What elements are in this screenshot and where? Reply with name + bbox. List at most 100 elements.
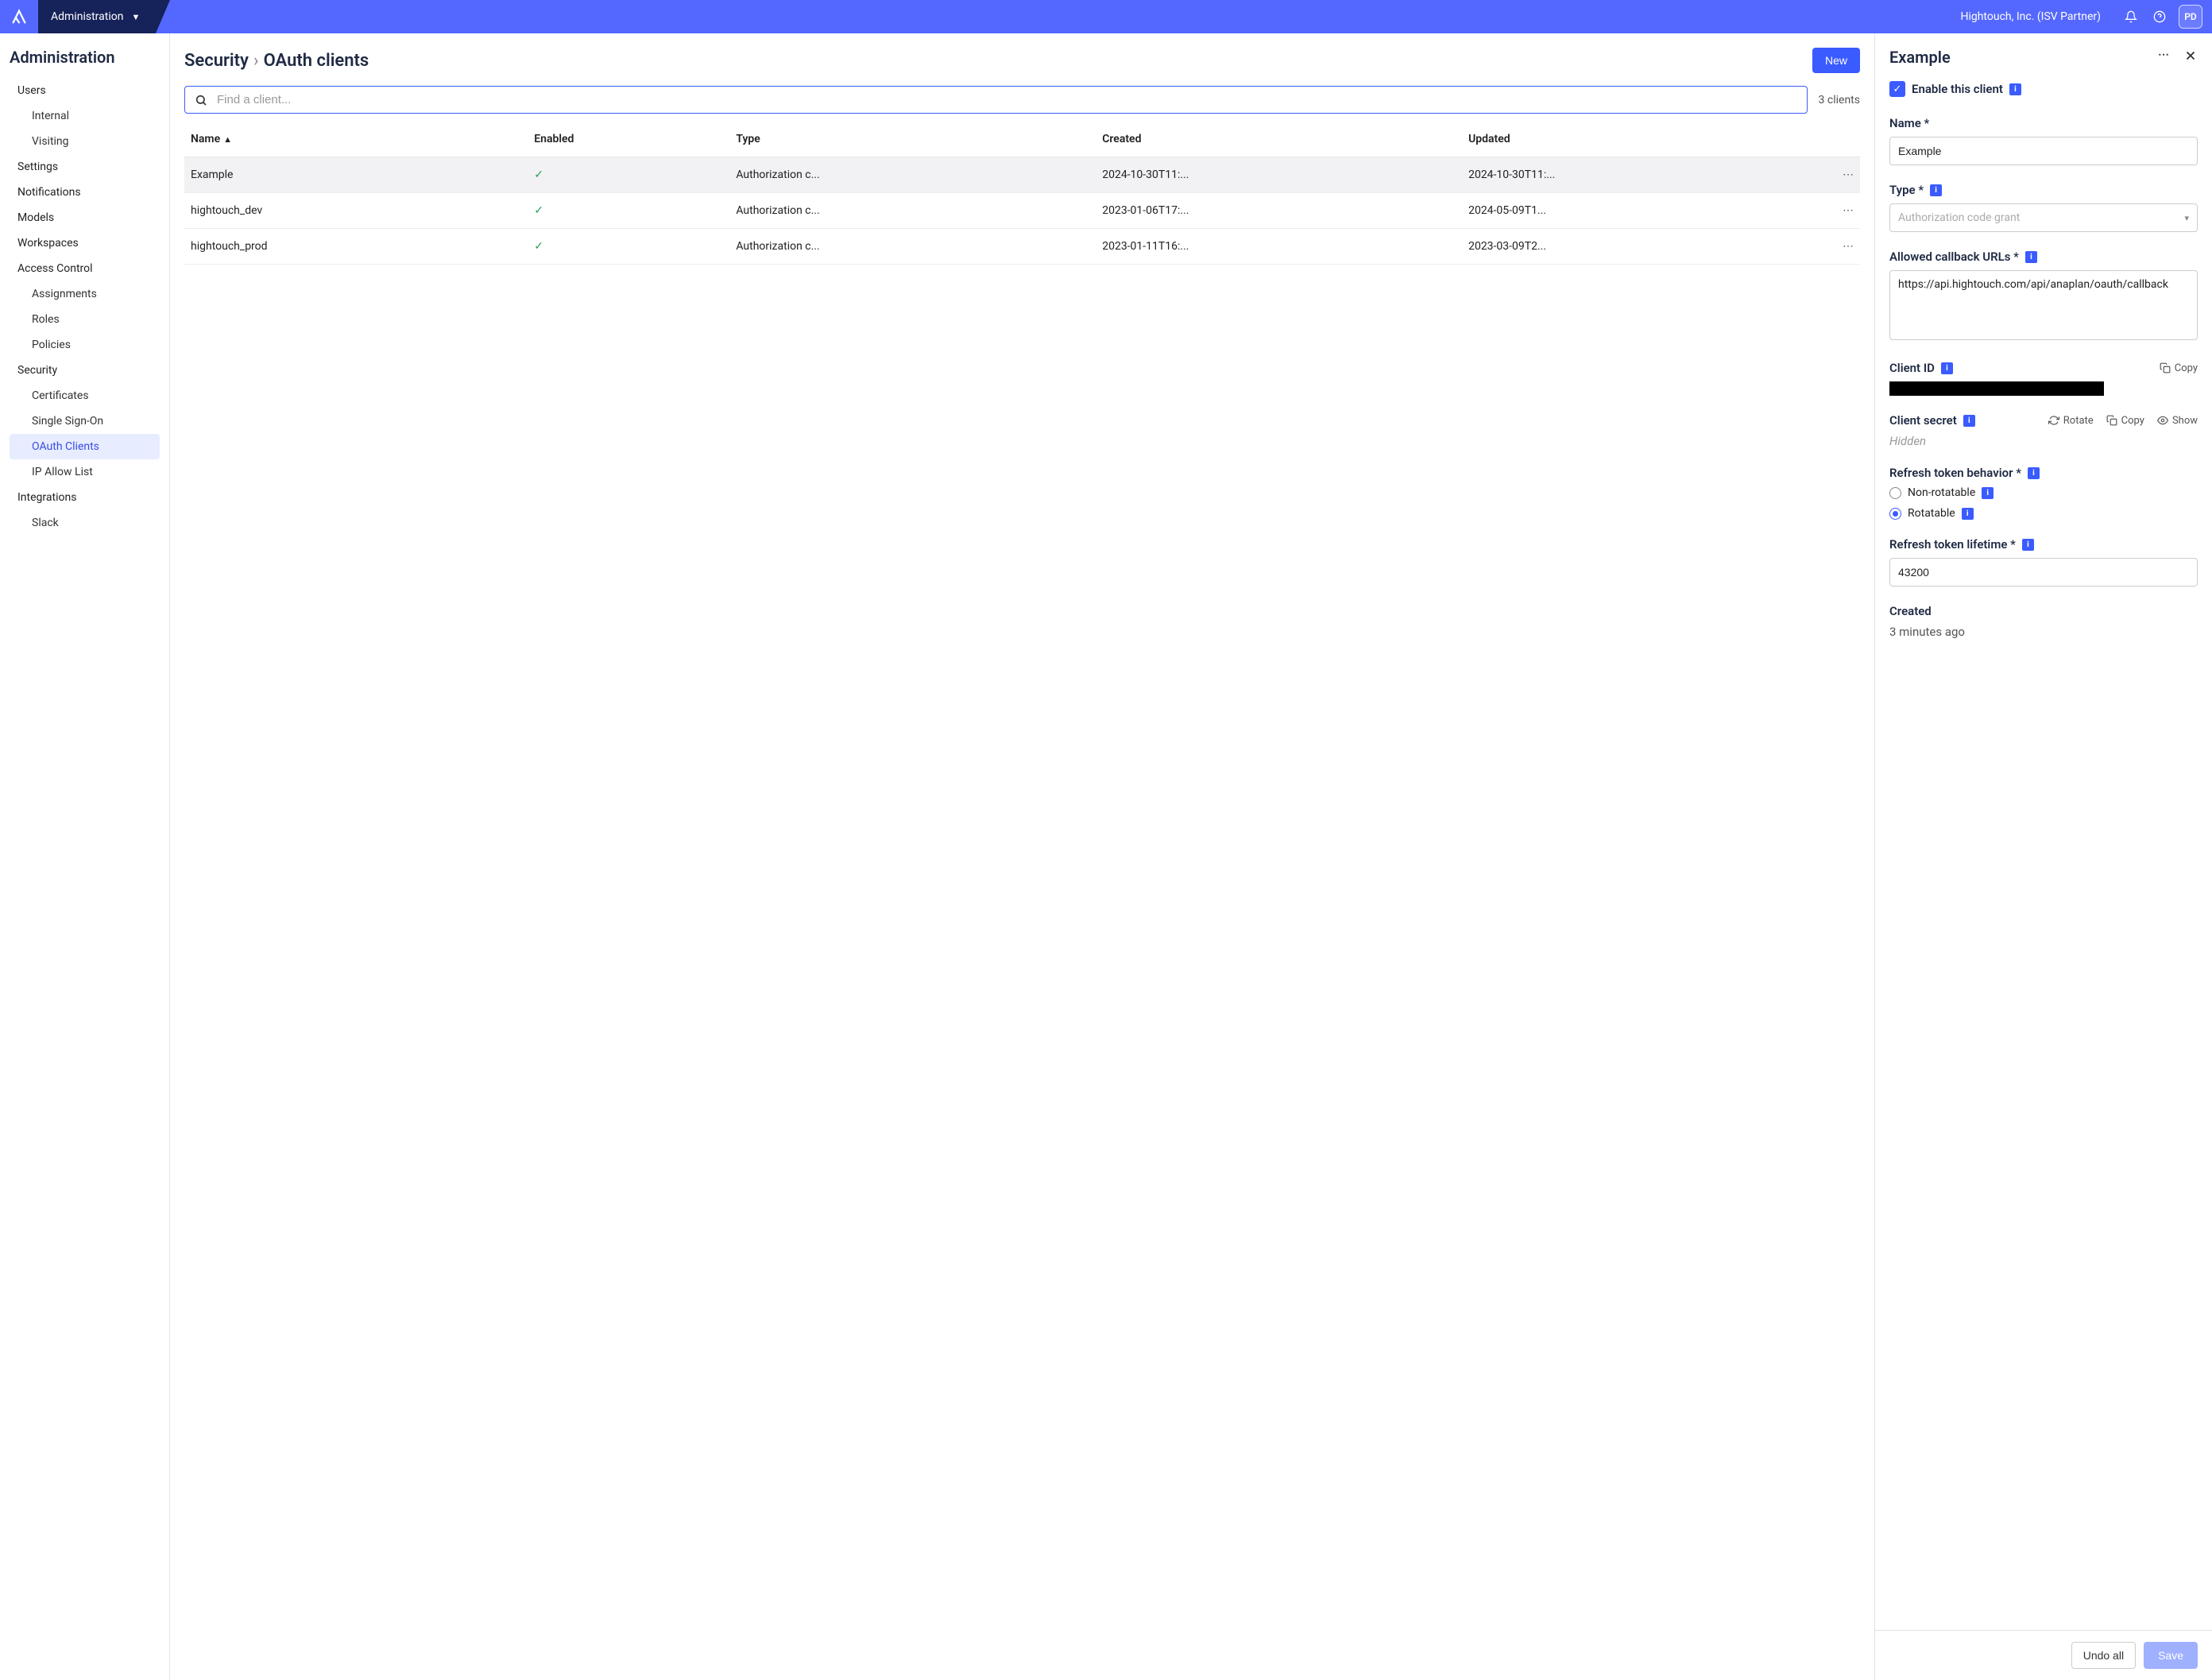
chevron-down-icon: ▾ (2184, 213, 2189, 223)
row-actions-icon[interactable]: ⋯ (1828, 157, 1860, 193)
col-enabled[interactable]: Enabled (528, 122, 729, 157)
client-count: 3 clients (1819, 94, 1860, 106)
chevron-right-icon: › (253, 51, 259, 71)
breadcrumb-current: OAuth clients (264, 51, 369, 71)
clients-table: Name▲ Enabled Type Created Updated Examp… (184, 122, 1860, 265)
search-box[interactable] (184, 86, 1808, 114)
sidebar-item-access-control[interactable]: Access Control (10, 256, 160, 281)
cell-name: Example (184, 157, 528, 193)
copy-secret-button[interactable]: Copy (2106, 415, 2144, 427)
sidebar-item-integrations[interactable]: Integrations (10, 485, 160, 510)
refresh-lifetime-input[interactable] (1889, 558, 2198, 586)
table-row[interactable]: hightouch_dev✓Authorization c...2023-01-… (184, 193, 1860, 229)
cell-updated: 2023-03-09T2... (1462, 229, 1828, 265)
cell-type: Authorization c... (729, 229, 1096, 265)
callback-label: Allowed callback URLs *i (1889, 250, 2198, 264)
sidebar-item-policies[interactable]: Policies (10, 332, 160, 358)
callback-textarea[interactable] (1889, 270, 2198, 340)
undo-all-button[interactable]: Undo all (2071, 1642, 2136, 1669)
col-created[interactable]: Created (1096, 122, 1462, 157)
sidebar-item-ip-allow-list[interactable]: IP Allow List (10, 459, 160, 485)
radio-non-rotatable[interactable]: Non-rotatable i (1889, 486, 2198, 499)
client-id-label: Client IDi (1889, 361, 1953, 375)
cell-type: Authorization c... (729, 157, 1096, 193)
help-icon[interactable] (2145, 10, 2174, 23)
copy-client-id-button[interactable]: Copy (2160, 362, 2198, 374)
info-icon[interactable]: i (1962, 508, 1974, 520)
cell-updated: 2024-05-09T1... (1462, 193, 1828, 229)
client-secret-label: Client secreti (1889, 413, 1975, 428)
detail-panel: Example ⋯ ✓ Enable this client i Name * (1875, 33, 2212, 1680)
client-secret-hidden: Hidden (1889, 434, 2198, 448)
breadcrumb: Security › OAuth clients (184, 51, 369, 71)
cell-enabled: ✓ (528, 157, 729, 193)
close-icon[interactable] (2183, 48, 2198, 66)
topbar: Administration ▼ Hightouch, Inc. (ISV Pa… (0, 0, 2212, 33)
info-icon[interactable]: i (1982, 487, 1994, 499)
type-value: Authorization code grant (1898, 211, 2020, 224)
cell-name: hightouch_prod (184, 229, 528, 265)
chevron-down-icon: ▼ (131, 12, 140, 22)
sidebar-item-slack[interactable]: Slack (10, 510, 160, 536)
info-icon[interactable]: i (2025, 251, 2037, 263)
cell-enabled: ✓ (528, 229, 729, 265)
new-button[interactable]: New (1812, 48, 1860, 73)
section-label: Administration (51, 10, 123, 23)
col-type[interactable]: Type (729, 122, 1096, 157)
save-button[interactable]: Save (2144, 1642, 2198, 1669)
cell-name: hightouch_dev (184, 193, 528, 229)
radio-rotatable[interactable]: Rotatable i (1889, 507, 2198, 520)
cell-created: 2023-01-06T17:... (1096, 193, 1462, 229)
sort-asc-icon: ▲ (223, 134, 232, 145)
info-icon[interactable]: i (1963, 415, 1975, 427)
main-content: Security › OAuth clients New 3 clients N… (170, 33, 1875, 1680)
type-label: Type *i (1889, 183, 2198, 197)
info-icon[interactable]: i (2022, 539, 2034, 551)
sidebar-item-security[interactable]: Security (10, 358, 160, 383)
sidebar-item-roles[interactable]: Roles (10, 307, 160, 332)
sidebar-item-workspaces[interactable]: Workspaces (10, 230, 160, 256)
info-icon[interactable]: i (2028, 467, 2040, 479)
radio-icon (1889, 487, 1901, 499)
more-icon[interactable]: ⋯ (2158, 48, 2171, 66)
sidebar-item-single-sign-on[interactable]: Single Sign-On (10, 408, 160, 434)
cell-updated: 2024-10-30T11:... (1462, 157, 1828, 193)
sidebar-item-certificates[interactable]: Certificates (10, 383, 160, 408)
info-icon[interactable]: i (1930, 184, 1942, 196)
row-actions-icon[interactable]: ⋯ (1828, 229, 1860, 265)
sidebar-item-visiting[interactable]: Visiting (10, 129, 160, 154)
sidebar-item-settings[interactable]: Settings (10, 154, 160, 180)
show-secret-button[interactable]: Show (2157, 415, 2198, 427)
sidebar-item-oauth-clients[interactable]: OAuth Clients (10, 434, 160, 459)
info-icon[interactable]: i (1941, 362, 1953, 374)
search-input[interactable] (217, 93, 1797, 106)
sidebar-item-internal[interactable]: Internal (10, 103, 160, 129)
section-dropdown[interactable]: Administration ▼ (38, 0, 156, 33)
app-logo[interactable] (0, 0, 38, 33)
cell-enabled: ✓ (528, 193, 729, 229)
sidebar-item-models[interactable]: Models (10, 205, 160, 230)
refresh-behavior-label: Refresh token behavior *i (1889, 466, 2198, 480)
row-actions-icon[interactable]: ⋯ (1828, 193, 1860, 229)
org-name: Hightouch, Inc. (ISV Partner) (1960, 10, 2101, 23)
user-avatar[interactable]: PD (2179, 5, 2202, 29)
type-select[interactable]: Authorization code grant ▾ (1889, 203, 2198, 232)
cell-type: Authorization c... (729, 193, 1096, 229)
cell-created: 2024-10-30T11:... (1096, 157, 1462, 193)
col-updated[interactable]: Updated (1462, 122, 1828, 157)
table-row[interactable]: Example✓Authorization c...2024-10-30T11:… (184, 157, 1860, 193)
breadcrumb-parent[interactable]: Security (184, 51, 249, 71)
info-icon[interactable]: i (2009, 83, 2021, 95)
refresh-lifetime-label: Refresh token lifetime *i (1889, 537, 2198, 552)
sidebar-item-notifications[interactable]: Notifications (10, 180, 160, 205)
notifications-icon[interactable] (2117, 10, 2145, 23)
sidebar-item-assignments[interactable]: Assignments (10, 281, 160, 307)
col-name[interactable]: Name▲ (184, 122, 528, 157)
rotate-button[interactable]: Rotate (2048, 415, 2094, 427)
enable-checkbox[interactable]: ✓ (1889, 81, 1905, 97)
radio-icon (1889, 508, 1901, 520)
sidebar-item-users[interactable]: Users (10, 78, 160, 103)
name-input[interactable] (1889, 137, 2198, 165)
enable-label: Enable this client (1912, 82, 2003, 96)
table-row[interactable]: hightouch_prod✓Authorization c...2023-01… (184, 229, 1860, 265)
